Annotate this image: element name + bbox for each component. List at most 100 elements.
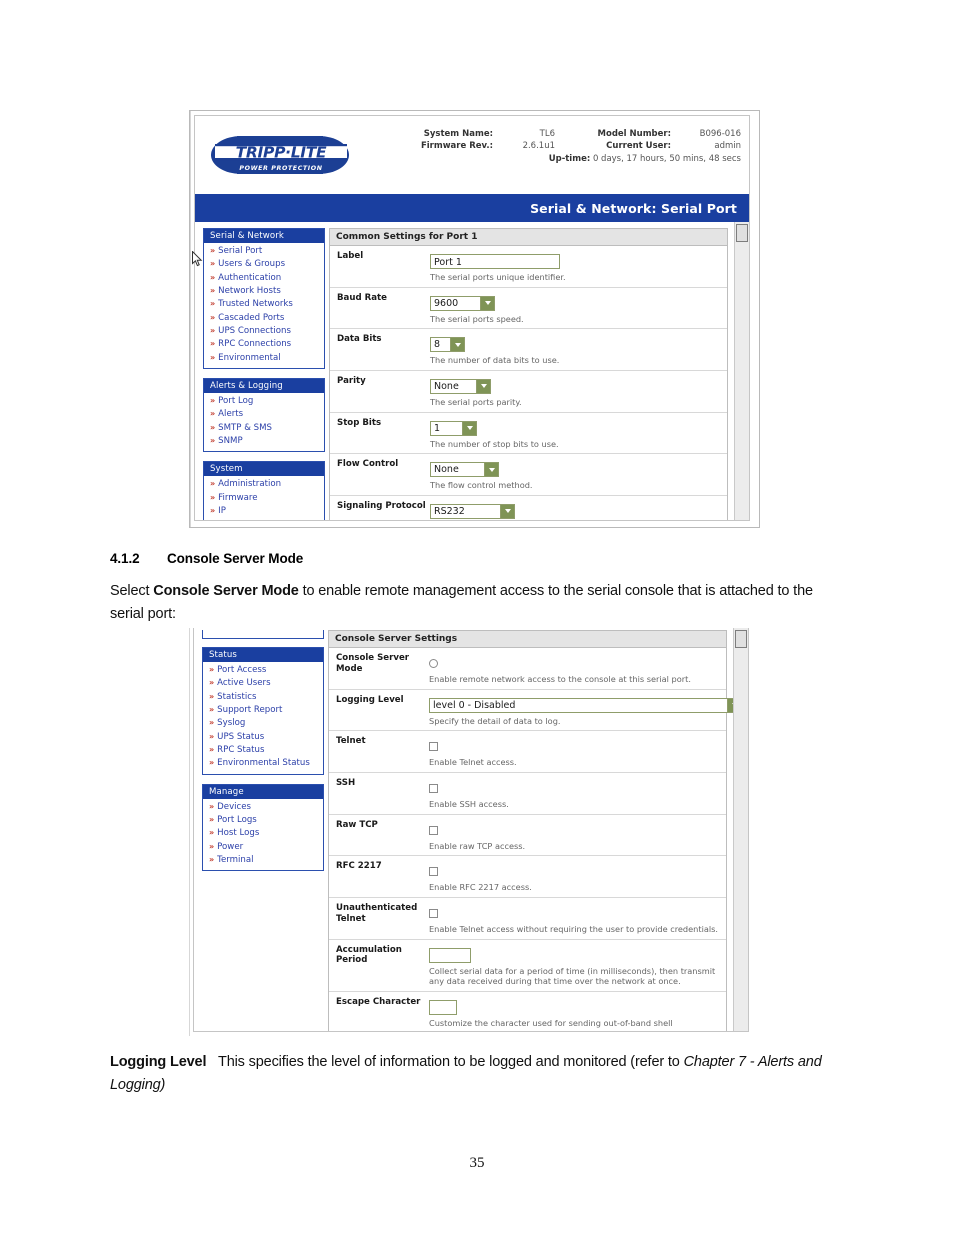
sidebar-item-ups-connections[interactable]: » UPS Connections [204,325,324,338]
nav-block-serial-network: Serial & Network» Serial Port» Users & Gro… [203,228,325,370]
chevron-down-icon[interactable] [500,504,514,518]
sidebar-item-active-users[interactable]: » Active Users [203,677,323,690]
vertical-scrollbar-1[interactable] [734,222,749,520]
field-label: Flow Control [337,459,399,470]
sidebar-item-date-time[interactable]: »Date & Time [204,519,324,521]
accumulation-period-input[interactable] [429,947,471,963]
sidebar-item-users-groups[interactable]: » Users & Groups [204,258,324,271]
system-name-value: TL6 [539,129,555,139]
field-help-text: Enable raw TCP access. [429,841,720,852]
field-label: Data Bits [337,334,382,345]
sidebar-item-terminal[interactable]: » Terminal [203,854,323,867]
sidebar-item-environmental[interactable]: » Environmental [204,352,324,365]
form-row-accumulation-period: Accumulation Period Collect serial data f… [329,940,726,992]
data-bits-select[interactable]: 8 [430,337,465,353]
panel-rows-console: Console Server Mode Enable remote network… [329,648,742,1031]
chevron-right-icon: » [210,312,216,322]
shot1-left-edge [190,111,191,527]
sidebar-item-rpc-connections[interactable]: » RPC Connections [204,338,324,351]
field-help-text: Enable SSH access. [429,799,720,810]
main-content-2: Console Server Settings Console Server M… [324,628,742,1031]
sidebar-item-serial-port[interactable]: » Serial Port [204,245,324,258]
help-text: The flow control method. [430,480,533,491]
panel-title-common: Common Settings for Port 1 [330,229,727,246]
sidebar-nav-2: Status» Port Access» Active Users» Statisti… [194,628,324,880]
sidebar-item-ip[interactable]: » IP [204,505,324,518]
chevron-down-icon[interactable] [476,379,490,393]
console-server-mode-radio[interactable] [429,659,438,668]
system-name-label: System Name: [423,129,493,139]
form-row-ssh: SSH Enable SSH access. [329,773,726,815]
chevron-right-icon: » [209,678,215,688]
select-value: None [434,380,459,392]
chevron-right-icon: » [209,718,215,728]
note-text: This specifies the level of information … [217,1054,684,1070]
unauthenticated-telnet-checkbox[interactable] [429,908,438,918]
sidebar-item-smtp-sms[interactable]: » SMTP & SMS [204,422,324,435]
sidebar-item-authentication[interactable]: » Authentication [204,272,324,285]
nav-block-alerts-logging: Alerts & Logging» Port Log» Alerts» SMTP & … [203,378,325,453]
rfc-2217-checkbox[interactable] [429,867,438,877]
chevron-down-icon[interactable] [462,421,476,435]
intro-bold: Console Server Mode [153,583,299,599]
chevron-down-icon[interactable] [480,296,494,310]
panel-rows-common: Label Port 1 The serial ports unique ident… [330,246,727,520]
form-row-escape-character: Escape Character Customize the character … [329,992,726,1031]
section-number: 4.1.2 [110,551,140,566]
field-help-text: Enable Telnet access. [429,757,720,768]
sidebar-item-power[interactable]: » Power [203,841,323,854]
sidebar-item-syslog[interactable]: » Syslog [203,717,323,730]
parity-select[interactable]: None [430,378,491,394]
sidebar-item-alerts[interactable]: » Alerts [204,408,324,421]
chevron-right-icon: » [210,492,216,502]
sidebar-item-port-logs[interactable]: » Port Logs [203,814,323,827]
stop-bits-select[interactable]: 1 [430,420,477,436]
scrollbar-thumb[interactable] [735,630,747,648]
sidebar-item-trusted-networks[interactable]: » Trusted Networks [204,298,324,311]
sidebar-item-port-log[interactable]: » Port Log [204,395,324,408]
ssh-checkbox[interactable] [429,783,438,793]
chevron-right-icon: » [209,815,215,825]
field-control: Enable raw TCP access. [429,820,726,852]
label-input[interactable]: Port 1 [430,254,560,269]
field-control: None The flow control method. [430,459,727,491]
sidebar-item-ups-status[interactable]: » UPS Status [203,731,323,744]
sidebar-item-snmp[interactable]: » SNMP [204,435,324,448]
sidebar-item-label: Administration [218,479,282,490]
flow-control-select[interactable]: None [430,462,499,478]
field-label: Signaling Protocol [337,500,426,511]
sidebar-item-network-hosts[interactable]: » Network Hosts [204,285,324,298]
raw-tcp-checkbox[interactable] [429,825,438,835]
sidebar-item-rpc-status[interactable]: » RPC Status [203,744,323,757]
sidebar-item-support-report[interactable]: » Support Report [203,704,323,717]
chevron-right-icon: » [210,286,216,296]
help-text-italic: The default is: ~ [479,1029,547,1031]
field-label: Telnet [336,736,366,747]
sidebar-item-administration[interactable]: » Administration [204,478,324,491]
form-row-unauthenticated-telnet: Unauthenticated Telnet Enable Telnet acce… [329,898,726,940]
sidebar-nav-1: Serial & Network» Serial Port» Users & Gro… [195,222,325,521]
form-row-stop-bits: Stop Bits 1 The number of stop bits to use… [330,413,727,455]
sidebar-item-devices[interactable]: » Devices [203,801,323,814]
chevron-down-icon[interactable] [450,338,464,352]
vertical-scrollbar-2[interactable] [733,628,748,1031]
app-masthead-1: TRIPP·LITE POWER PROTECTION System Name:… [195,116,749,194]
signaling-protocol-select[interactable]: RS232 [430,503,515,519]
sidebar-item-host-logs[interactable]: » Host Logs [203,827,323,840]
telnet-checkbox[interactable] [429,742,438,752]
sidebar-item-statistics[interactable]: » Statistics [203,691,323,704]
escape-character-input[interactable] [429,999,457,1015]
form-row-flow-control: Flow Control None The flow control method. [330,454,727,496]
chevron-down-icon[interactable] [484,463,498,477]
scrollbar-thumb[interactable] [736,224,748,242]
section-intro-paragraph: Select Console Server Mode to enable rem… [110,580,850,627]
sidebar-item-port-access[interactable]: » Port Access [203,664,323,677]
sidebar-item-cascaded-ports[interactable]: » Cascaded Ports [204,312,324,325]
field-control: Enable Telnet access. [429,736,726,768]
sidebar-item-firmware[interactable]: » Firmware [204,492,324,505]
logging-level-select[interactable]: level 0 - Disabled [429,697,742,713]
sidebar-item-environmental-status[interactable]: » Environmental Status [203,757,323,770]
app-body-2: Status» Port Access» Active Users» Statisti… [194,628,748,1031]
chevron-right-icon: » [209,855,215,865]
baud-rate-select[interactable]: 9600 [430,295,495,311]
